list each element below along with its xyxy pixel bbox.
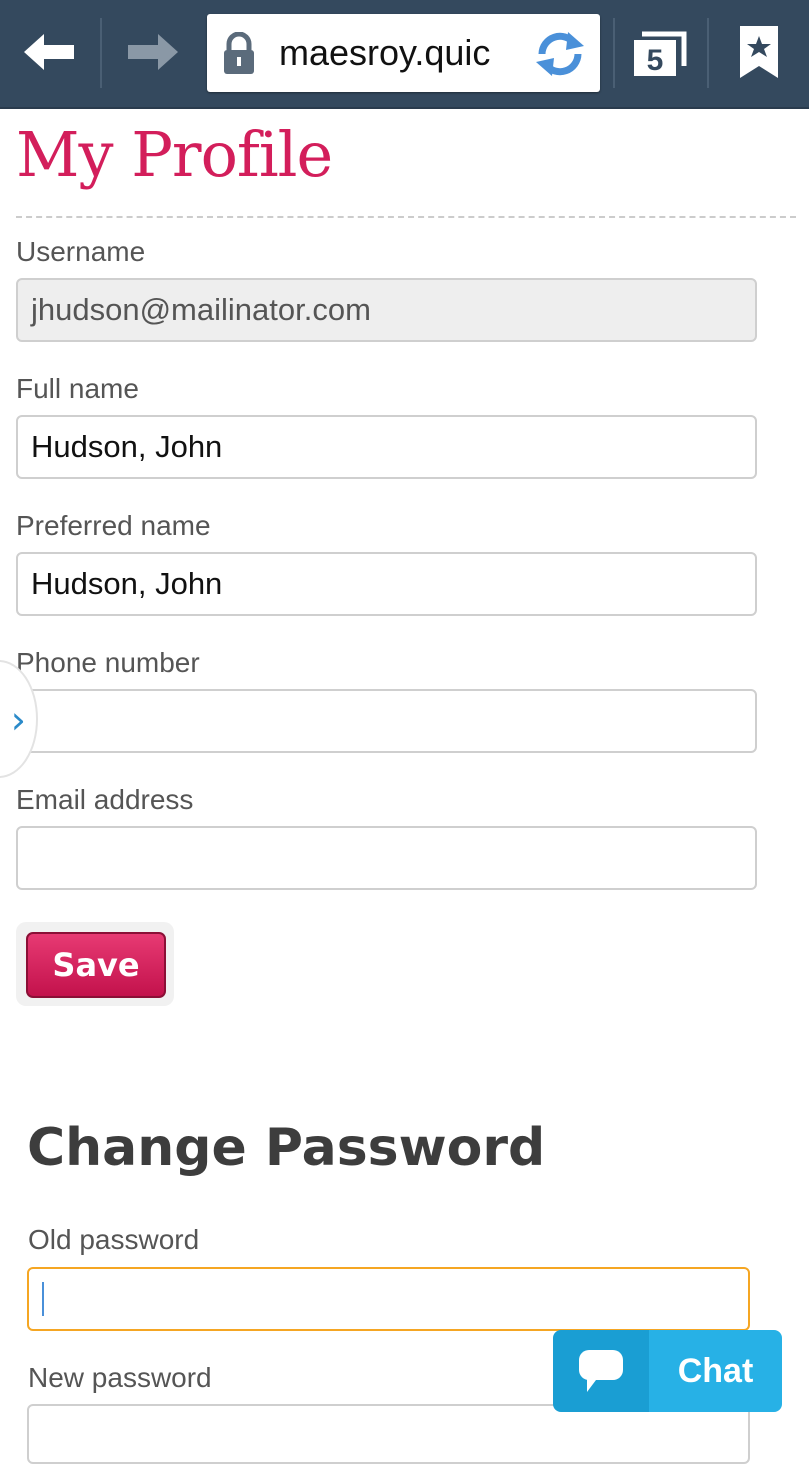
- old-password-input[interactable]: [27, 1267, 750, 1331]
- preferred-name-label: Preferred name: [16, 510, 211, 541]
- chevron-right-icon: ›: [10, 698, 26, 742]
- save-button[interactable]: Save: [26, 932, 166, 998]
- email-label: Email address: [16, 784, 194, 815]
- tabs-button[interactable]: 5: [632, 26, 692, 82]
- change-password-heading: Change Password: [27, 1118, 546, 1178]
- full-name-value: Hudson, John: [31, 429, 223, 464]
- back-button[interactable]: [10, 12, 90, 92]
- phone-input[interactable]: [16, 689, 757, 753]
- tab-count: 5: [647, 44, 664, 77]
- chat-icon-container: [553, 1330, 649, 1412]
- old-password-label: Old password: [28, 1224, 200, 1255]
- arrow-left-icon: [24, 34, 74, 70]
- email-input[interactable]: [16, 826, 757, 890]
- lock-icon: [224, 32, 254, 74]
- toolbar-divider: [707, 18, 709, 88]
- username-label: Username: [16, 236, 146, 267]
- url-text: maesroy.quic: [279, 32, 491, 73]
- phone-label: Phone number: [16, 647, 200, 678]
- toolbar-divider: [100, 18, 102, 88]
- text-cursor: [42, 1282, 44, 1316]
- full-name-input[interactable]: Hudson, John: [16, 415, 757, 479]
- bookmark-button[interactable]: [738, 24, 780, 84]
- username-value: jhudson@mailinator.com: [31, 292, 371, 327]
- address-bar[interactable]: maesroy.quic: [207, 14, 600, 92]
- title-divider: [16, 216, 796, 218]
- full-name-label: Full name: [16, 373, 139, 404]
- browser-toolbar: maesroy.quic 5: [0, 0, 809, 109]
- new-password-label: New password: [28, 1362, 212, 1393]
- page-title: My Profile: [16, 118, 333, 191]
- preferred-name-value: Hudson, John: [31, 566, 223, 601]
- forward-button[interactable]: [112, 12, 192, 92]
- new-password-input[interactable]: [27, 1404, 750, 1464]
- chat-button[interactable]: Chat: [553, 1330, 782, 1412]
- tabs-icon: 5: [634, 31, 687, 77]
- arrow-right-icon: [128, 34, 178, 70]
- chat-label: Chat: [649, 1330, 782, 1412]
- toolbar-divider: [613, 18, 615, 88]
- reload-icon[interactable]: [532, 26, 588, 82]
- chat-bubble-icon: [579, 1350, 623, 1392]
- username-field: jhudson@mailinator.com: [16, 278, 757, 342]
- bookmark-star-icon: [740, 26, 778, 78]
- preferred-name-input[interactable]: Hudson, John: [16, 552, 757, 616]
